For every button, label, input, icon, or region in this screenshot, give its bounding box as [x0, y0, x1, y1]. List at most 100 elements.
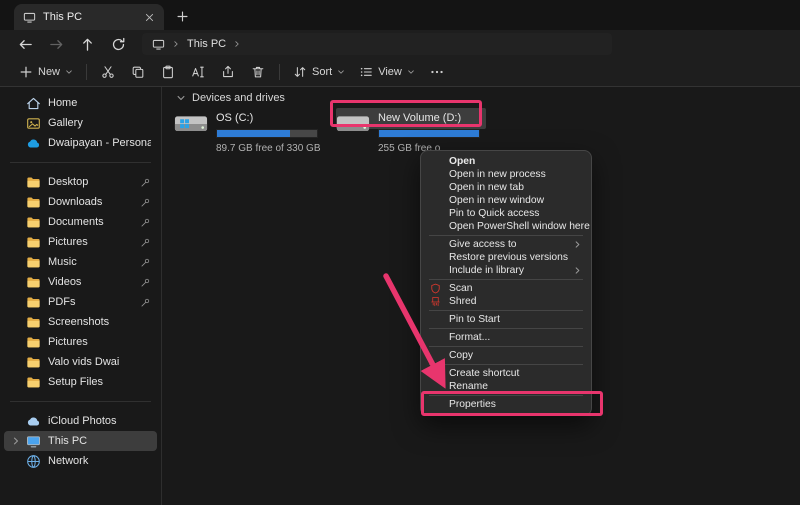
- folder-icon: [26, 295, 41, 310]
- menu-item-create-shortcut[interactable]: Create shortcut: [421, 367, 591, 380]
- sidebar-item-pictures[interactable]: Pictures: [4, 332, 157, 352]
- sidebar-item-dwaipayan-personal[interactable]: Dwaipayan - Personal: [4, 133, 157, 153]
- window-body: HomeGalleryDwaipayan - Personal Desktop Do…: [0, 87, 800, 505]
- sidebar-item-valo-vids-dwai[interactable]: Valo vids Dwai: [4, 352, 157, 372]
- menu-item-open[interactable]: Open: [421, 155, 591, 168]
- pin-icon: [140, 217, 151, 228]
- menu-item-label: Create shortcut: [449, 368, 582, 379]
- up-button[interactable]: [80, 37, 95, 52]
- menu-item-scan[interactable]: Scan: [421, 282, 591, 295]
- menu-item-pin-to-quick-access[interactable]: Pin to Quick access: [421, 207, 591, 220]
- view-button-label: View: [378, 66, 402, 78]
- sidebar-item-documents[interactable]: Documents: [4, 212, 157, 232]
- sort-button[interactable]: Sort: [286, 62, 352, 82]
- drive-free-space: 89.7 GB free of 330 GB: [216, 142, 324, 154]
- paste-button[interactable]: [161, 65, 175, 79]
- menu-item-properties[interactable]: Properties: [421, 398, 591, 411]
- sidebar-item-this-pc[interactable]: This PC: [4, 431, 157, 451]
- chevron-right-icon: [573, 266, 582, 275]
- chevron-down-icon: [337, 68, 345, 76]
- sidebar-item-label: Desktop: [48, 176, 133, 188]
- folder-icon: [26, 215, 41, 230]
- icloud-icon: [26, 414, 41, 429]
- sidebar-item-videos[interactable]: Videos: [4, 272, 157, 292]
- copy-button[interactable]: [131, 65, 145, 79]
- menu-item-open-in-new-tab[interactable]: Open in new tab: [421, 181, 591, 194]
- sidebar-item-network[interactable]: Network: [4, 451, 157, 471]
- sidebar-item-home[interactable]: Home: [4, 93, 157, 113]
- drive-tile-new-volume-d[interactable]: New Volume (D:)255 GB free o: [336, 108, 486, 154]
- sidebar-item-label: Valo vids Dwai: [48, 356, 151, 368]
- new-tab-button[interactable]: [176, 10, 189, 23]
- menu-item-open-in-new-process[interactable]: Open in new process: [421, 168, 591, 181]
- menu-item-give-access-to[interactable]: Give access to: [421, 238, 591, 251]
- sidebar-item-screenshots[interactable]: Screenshots: [4, 312, 157, 332]
- back-button[interactable]: [18, 37, 33, 52]
- sort-button-label: Sort: [312, 66, 332, 78]
- sidebar-item-pdfs[interactable]: PDFs: [4, 292, 157, 312]
- menu-separator: [429, 346, 583, 347]
- more-options-button[interactable]: [430, 65, 444, 79]
- menu-separator: [429, 235, 583, 236]
- sidebar-item-label: Pictures: [48, 236, 133, 248]
- titlebar: This PC: [0, 0, 800, 30]
- pin-icon: [140, 257, 151, 268]
- folder-icon: [26, 315, 41, 330]
- menu-item-open-in-new-window[interactable]: Open in new window: [421, 194, 591, 207]
- menu-item-copy[interactable]: Copy: [421, 349, 591, 362]
- menu-item-restore-previous-versions[interactable]: Restore previous versions: [421, 251, 591, 264]
- folder-icon: [26, 335, 41, 350]
- delete-button[interactable]: [251, 65, 265, 79]
- pin-icon: [140, 277, 151, 288]
- toolbar-icon-buttons: [93, 65, 273, 79]
- share-button[interactable]: [221, 65, 235, 79]
- collapse-chevron-icon[interactable]: [176, 93, 186, 103]
- devices-section-header[interactable]: Devices and drives: [176, 91, 800, 104]
- pin-icon: [140, 297, 151, 308]
- view-button[interactable]: View: [352, 62, 422, 82]
- sidebar-item-music[interactable]: Music: [4, 252, 157, 272]
- address-bar[interactable]: This PC: [142, 33, 612, 55]
- pin-icon: [140, 197, 151, 208]
- sidebar-item-desktop[interactable]: Desktop: [4, 172, 157, 192]
- breadcrumb-this-pc[interactable]: This PC: [187, 38, 226, 50]
- tab-close-icon[interactable]: [144, 12, 155, 23]
- rename-button[interactable]: [191, 65, 205, 79]
- menu-item-rename[interactable]: Rename: [421, 380, 591, 393]
- refresh-button[interactable]: [111, 37, 126, 52]
- chevron-right-icon[interactable]: [11, 436, 21, 446]
- drive-tile-os-c[interactable]: OS (C:) 89.7 GB free of 330 GB: [174, 108, 324, 154]
- menu-item-pin-to-start[interactable]: Pin to Start: [421, 313, 591, 326]
- tab-this-pc[interactable]: This PC: [14, 4, 164, 30]
- section-header-label: Devices and drives: [192, 92, 285, 104]
- navigation-bar: This PC: [0, 30, 800, 58]
- menu-item-label: Shred: [449, 296, 582, 307]
- drive-name: OS (C:): [216, 108, 324, 128]
- menu-item-label: Copy: [449, 350, 582, 361]
- forward-button[interactable]: [49, 37, 64, 52]
- sidebar-item-label: Setup Files: [48, 376, 151, 388]
- view-icon: [359, 65, 373, 79]
- sidebar-item-downloads[interactable]: Downloads: [4, 192, 157, 212]
- new-button[interactable]: New: [12, 62, 80, 82]
- sidebar-item-icloud-photos[interactable]: iCloud Photos: [4, 411, 157, 431]
- menu-item-shred[interactable]: Shred: [421, 295, 591, 308]
- sidebar-separator: [10, 162, 151, 163]
- folder-icon: [26, 275, 41, 290]
- drive-usage-fill: [217, 130, 290, 137]
- sidebar-item-setup-files[interactable]: Setup Files: [4, 372, 157, 392]
- thispc-icon: [26, 434, 41, 449]
- sidebar-item-pictures[interactable]: Pictures: [4, 232, 157, 252]
- pin-icon: [140, 177, 151, 188]
- menu-item-include-in-library[interactable]: Include in library: [421, 264, 591, 277]
- drive-name: New Volume (D:): [378, 108, 486, 128]
- menu-item-label: Open PowerShell window here: [449, 221, 590, 232]
- folder-icon: [26, 235, 41, 250]
- menu-item-format[interactable]: Format...: [421, 331, 591, 344]
- menu-item-open-powershell-window-here[interactable]: Open PowerShell window here: [421, 220, 591, 233]
- sidebar-item-gallery[interactable]: Gallery: [4, 113, 157, 133]
- plus-icon: [19, 65, 33, 79]
- sidebar-item-label: Music: [48, 256, 133, 268]
- folder-icon: [26, 195, 41, 210]
- cut-button[interactable]: [101, 65, 115, 79]
